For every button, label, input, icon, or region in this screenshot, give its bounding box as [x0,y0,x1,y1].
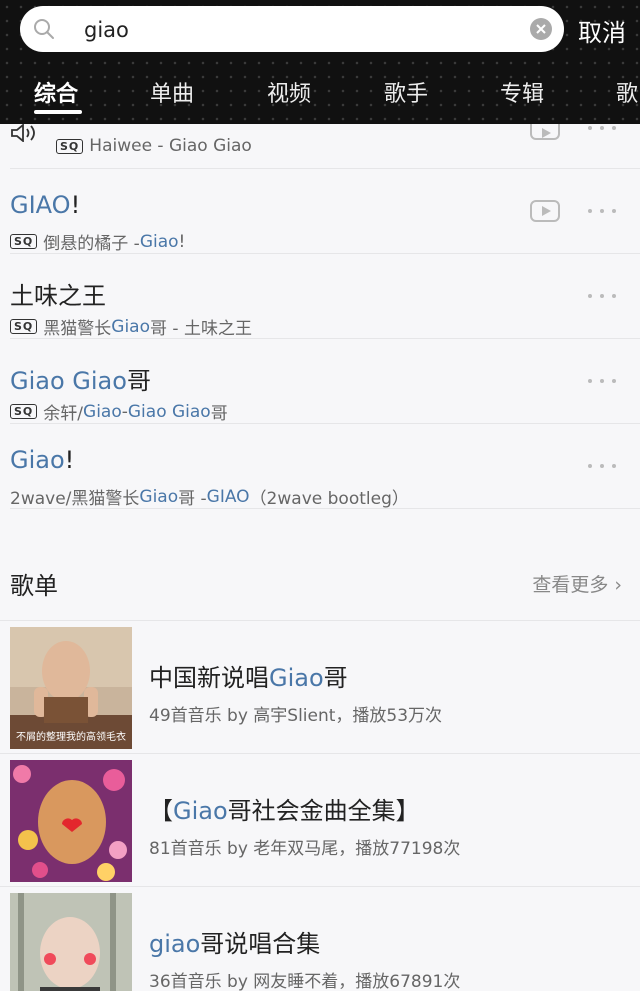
song-row[interactable]: GIAO! SQ 倒悬的橘子 - Giao! [10,169,640,254]
playlist-list: 不屑的整理我的高领毛衣 中国新说唱Giao哥 49首音乐 by 高宇Slient… [0,620,640,991]
song-subtitle: SQ 余轩/Giao - Giao Giao 哥 [10,399,228,424]
sq-badge: SQ [10,234,38,249]
tab-bar: 综合 单曲 视频 歌手 专辑 歌 [0,72,640,124]
song-title: GIAO! [10,191,81,219]
playlist-title: 中国新说唱Giao哥 [149,664,348,692]
see-more-link[interactable]: 查看更多 › [532,570,622,597]
song-row[interactable]: Giao Giao哥 SQ 余轩/Giao - Giao Giao 哥 [10,339,640,424]
song-subtitle: SQ 倒悬的橘子 - Giao! [10,229,185,254]
sq-badge: SQ [10,404,38,419]
tab-songs[interactable]: 单曲 [150,76,194,108]
tab-more[interactable]: 歌 [616,76,638,108]
cancel-button[interactable]: 取消 [578,13,626,48]
search-input[interactable]: giao [84,18,129,42]
song-subtitle: SQ 黑猫警长 Giao 哥 - 土味之王 [10,314,252,339]
playlist-meta: 49首音乐 by 高宇Slient，播放53万次 [149,706,443,726]
search-icon [34,19,54,39]
playlist-cover [10,893,132,991]
song-list: SQ Haiwee - Giao Giao GIAO! SQ 倒悬的橘子 - G… [0,124,640,509]
clear-icon[interactable] [530,18,552,40]
search-box[interactable]: giao [20,6,564,52]
more-icon[interactable] [588,462,618,470]
video-play-icon[interactable] [530,200,560,222]
playlist-cover: 不屑的整理我的高领毛衣 [10,627,132,749]
now-playing-speaker-icon [11,124,35,142]
more-icon[interactable] [588,292,618,300]
song-title: Giao! [10,446,75,474]
tab-all[interactable]: 综合 [34,76,78,108]
more-icon[interactable] [588,124,618,132]
song-row[interactable]: SQ Haiwee - Giao Giao [10,124,640,169]
video-play-icon[interactable] [530,124,560,140]
song-row[interactable]: Giao! 2wave/黑猫警长 Giao 哥 - GIAO （2wave bootl… [10,424,640,509]
tab-artists[interactable]: 歌手 [384,76,428,108]
playlist-item[interactable]: 【Giao哥社会金曲全集】 81首音乐 by 老年双马尾，播放77198次 [0,753,640,886]
playlist-meta: 81首音乐 by 老年双马尾，播放77198次 [149,839,461,859]
sq-badge: SQ [10,319,38,334]
playlist-section-header: 歌单 查看更多 › [10,566,630,606]
playlist-item[interactable]: 不屑的整理我的高领毛衣 中国新说唱Giao哥 49首音乐 by 高宇Slient… [0,620,640,753]
playlist-item[interactable]: giao哥说唱合集 36首音乐 by 网友睡不着，播放67891次 [0,886,640,991]
tab-videos[interactable]: 视频 [267,76,311,108]
sq-badge: SQ [56,138,84,154]
song-subtitle: SQ Haiwee - Giao Giao [56,136,252,156]
tab-albums[interactable]: 专辑 [500,76,544,108]
more-icon[interactable] [588,377,618,385]
song-subtitle: 2wave/黑猫警长 Giao 哥 - GIAO （2wave bootleg） [10,486,409,510]
playlist-cover [10,760,132,882]
song-row[interactable]: 土味之王 SQ 黑猫警长 Giao 哥 - 土味之王 [10,254,640,339]
song-title: Giao Giao哥 [10,367,151,395]
cover-caption: 不屑的整理我的高领毛衣 [16,732,126,743]
top-header: giao 取消 综合 单曲 视频 歌手 专辑 歌 [0,0,640,124]
more-icon[interactable] [588,207,618,215]
playlist-meta: 36首音乐 by 网友睡不着，播放67891次 [149,972,461,991]
active-tab-indicator [34,110,82,114]
section-title: 歌单 [10,572,58,600]
song-title: 土味之王 [10,282,106,310]
playlist-title: 【Giao哥社会金曲全集】 [149,797,420,825]
playlist-title: giao哥说唱合集 [149,930,321,958]
